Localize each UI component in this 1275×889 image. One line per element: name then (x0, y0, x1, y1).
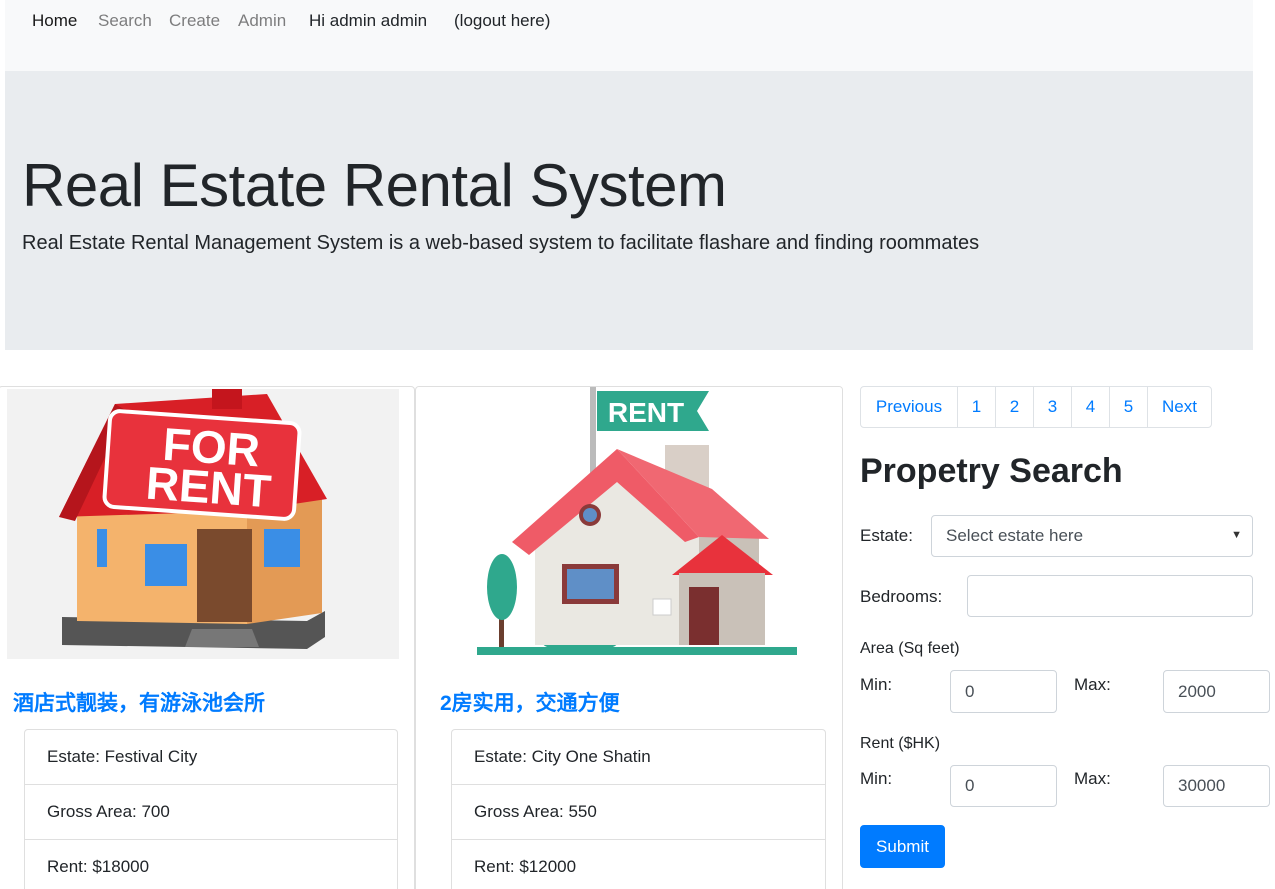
rent-label: Rent ($HK) (860, 735, 941, 752)
navbar: Home Search Create Admin Hi admin admin … (5, 0, 1253, 71)
listing-details: Estate: City One Shatin Gross Area: 550 … (451, 729, 826, 889)
page-next[interactable]: Next (1147, 387, 1211, 427)
listing-title[interactable]: 2房实用，交通方便 (440, 687, 620, 717)
listing-gross-area: Gross Area: 700 (25, 785, 397, 840)
page-title: Real Estate Rental System (22, 152, 727, 219)
area-min-label: Min: (860, 675, 893, 694)
rent-max-input[interactable]: 30000 (1163, 765, 1270, 807)
rent-min-label: Min: (860, 769, 893, 788)
area-max-input[interactable]: 2000 (1163, 670, 1270, 713)
jumbotron: Real Estate Rental System Real Estate Re… (5, 71, 1253, 350)
listing-details: Estate: Festival City Gross Area: 700 Re… (24, 729, 398, 889)
nav-admin[interactable]: Admin (238, 11, 286, 31)
listing-gross-area: Gross Area: 550 (452, 785, 825, 840)
estate-select-value: Select estate here (946, 526, 1084, 545)
listing-rent: Rent: $12000 (452, 840, 825, 889)
page-lead: Real Estate Rental Management System is … (22, 232, 980, 254)
rent-house-image[interactable]: RENT (417, 387, 842, 659)
logout-link[interactable]: (logout here) (454, 11, 550, 31)
rent-max-label: Max: (1074, 769, 1111, 788)
bedrooms-label: Bedrooms: (860, 587, 943, 606)
user-greeting: Hi admin admin (309, 11, 428, 30)
for-rent-sign-text: FOR RENT (144, 417, 273, 518)
rent-min-input[interactable]: 0 (950, 765, 1057, 807)
page-5[interactable]: 5 (1109, 387, 1147, 427)
page-3[interactable]: 3 (1033, 387, 1071, 427)
listing-rent: Rent: $18000 (25, 840, 397, 889)
listing-estate: Estate: Festival City (25, 730, 397, 785)
area-min-input[interactable]: 0 (950, 670, 1057, 713)
estate-label: Estate: (860, 526, 913, 545)
listing-title[interactable]: 酒店式靓装，有游泳池会所 (13, 687, 265, 717)
pagination: Previous 1 2 3 4 5 Next (860, 386, 1212, 428)
page-2[interactable]: 2 (995, 387, 1033, 427)
listing-estate: Estate: City One Shatin (452, 730, 825, 785)
listing-card: RENT 2房实用，交通方便 Estate: City One Shatin G… (415, 386, 843, 889)
page-previous[interactable]: Previous (861, 387, 957, 427)
nav-search[interactable]: Search (98, 11, 152, 31)
page-4[interactable]: 4 (1071, 387, 1109, 427)
area-label: Area (Sq feet) (860, 640, 960, 657)
search-title: Propetry Search (860, 452, 1123, 490)
listing-card: FOR RENT 酒店式靓装，有游泳池会所 Estate: Festival C… (0, 386, 415, 889)
estate-select[interactable]: Select estate here ▼ (931, 515, 1253, 557)
chevron-down-icon: ▼ (1231, 529, 1242, 541)
rent-flag-text: RENT (607, 397, 685, 428)
submit-button[interactable]: Submit (860, 825, 945, 868)
for-rent-house-image[interactable]: FOR RENT (7, 387, 399, 659)
bedrooms-input[interactable] (967, 575, 1253, 617)
page-1[interactable]: 1 (957, 387, 995, 427)
nav-create[interactable]: Create (169, 11, 220, 31)
nav-home[interactable]: Home (32, 11, 77, 31)
area-max-label: Max: (1074, 675, 1111, 694)
